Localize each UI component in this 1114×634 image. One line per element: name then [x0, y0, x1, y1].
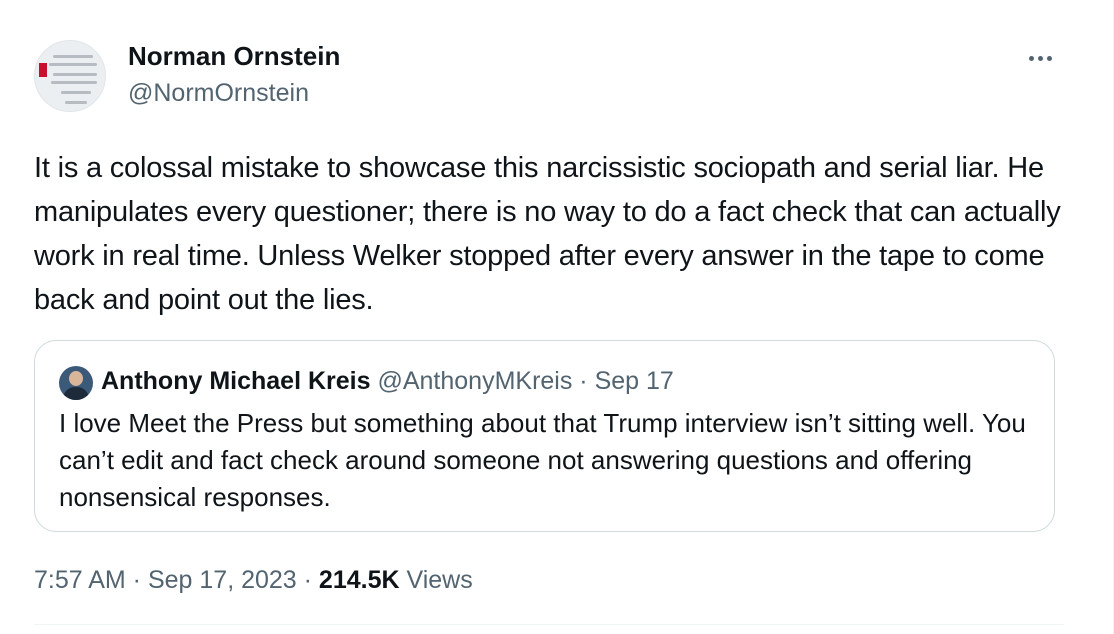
more-horizontal-icon — [1028, 55, 1034, 61]
tweet-text: It is a colossal mistake to showcase thi… — [34, 152, 1061, 316]
avatar-text-line — [53, 55, 93, 58]
quoted-tweet-header: Anthony Michael Kreis @AnthonyMKreis · S… — [101, 365, 674, 397]
tweet-footer: 7:57 AM · Sep 17, 2023 · 214.5K Views — [34, 562, 473, 598]
views-count: 214.5K — [318, 566, 400, 594]
tweet-date[interactable]: Sep 17, 2023 — [148, 566, 297, 594]
more-options-button[interactable] — [1020, 44, 1060, 72]
quoted-date: Sep 17 — [594, 367, 674, 395]
author-handle[interactable]: @NormOrnstein — [128, 78, 309, 108]
quoted-tweet[interactable]: Anthony Michael Kreis @AnthonyMKreis · S… — [34, 340, 1055, 532]
footer-separator: · — [125, 566, 148, 594]
author-name[interactable]: Norman Ornstein — [128, 40, 340, 72]
avatar-text-line — [51, 81, 97, 84]
avatar-text-line — [65, 101, 87, 104]
quoted-separator: · — [572, 367, 595, 395]
views-label: Views — [406, 566, 473, 594]
quoted-author-avatar — [59, 366, 93, 400]
footer-separator: · — [296, 566, 319, 594]
avatar-text-line — [53, 73, 97, 76]
tweet-card: Norman Ornstein @NormOrnstein It is a co… — [0, 0, 1114, 634]
avatar-text-line — [61, 91, 91, 94]
author-avatar[interactable] — [34, 40, 106, 112]
avatar-face — [69, 371, 83, 386]
quoted-author-name: Anthony Michael Kreis — [101, 367, 371, 395]
quoted-author-handle: @AnthonyMKreis — [377, 367, 573, 395]
avatar-suit — [63, 387, 89, 400]
more-horizontal-icon — [1037, 55, 1043, 61]
avatar-text-line — [49, 63, 97, 66]
more-horizontal-icon — [1046, 55, 1052, 61]
avatar-red-mark — [39, 63, 47, 77]
tweet-time[interactable]: 7:57 AM — [34, 566, 126, 594]
divider — [34, 624, 1064, 625]
quoted-tweet-text: I love Meet the Press but something abou… — [59, 408, 1026, 512]
